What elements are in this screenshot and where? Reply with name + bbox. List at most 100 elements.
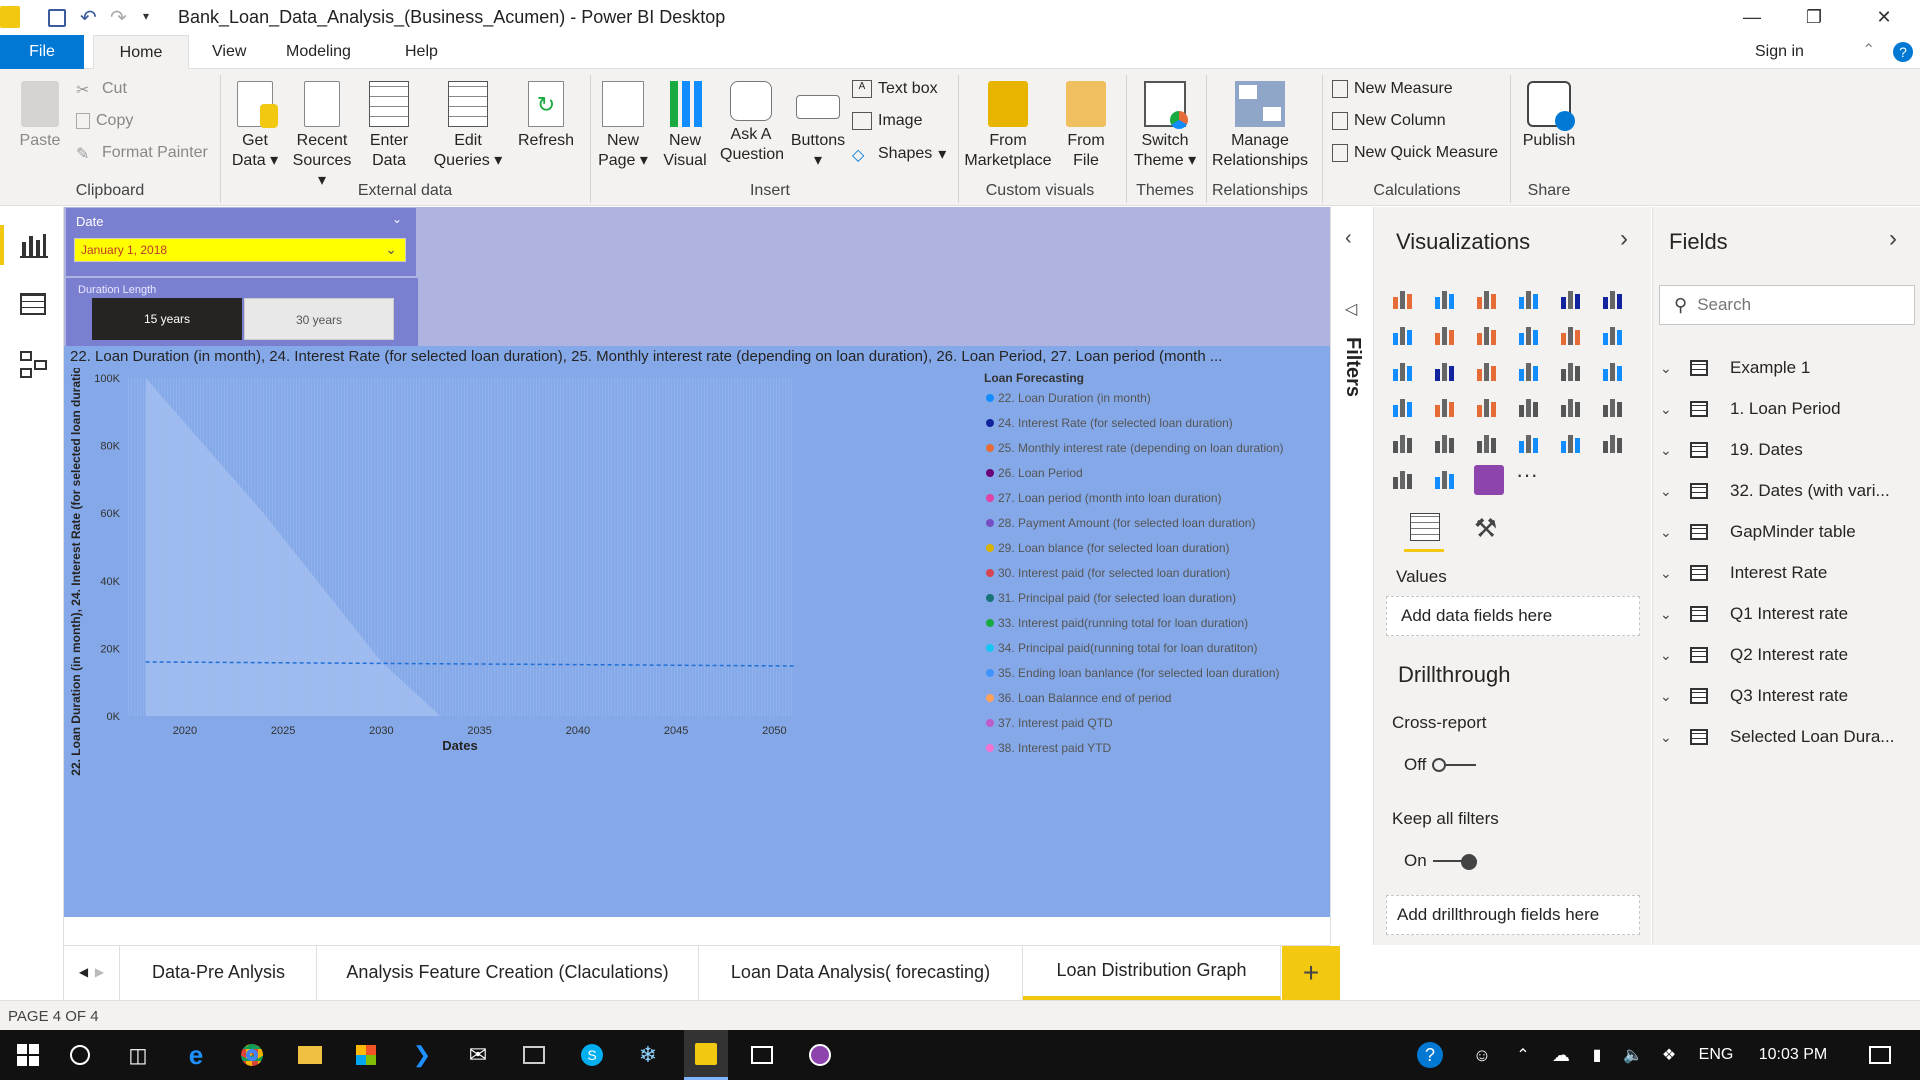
stacked-bar-icon[interactable] <box>1390 285 1420 315</box>
volume-icon[interactable]: 🔈 <box>1618 1030 1648 1080</box>
chevron-down-icon[interactable]: ⌄ <box>1660 729 1680 746</box>
field-item[interactable]: ⌄ Q2 Interest rate <box>1652 635 1920 675</box>
field-item[interactable]: ⌄ 19. Dates <box>1652 430 1920 470</box>
report-view-icon[interactable] <box>0 225 64 265</box>
map-icon[interactable] <box>1600 357 1630 387</box>
close-button[interactable]: ✕ <box>1856 0 1912 35</box>
redo-icon[interactable]: ↷ <box>110 5 127 30</box>
tab-analysis-feature-creation[interactable]: Analysis Feature Creation (Claculations) <box>317 945 699 1000</box>
treemap-icon[interactable] <box>1558 357 1588 387</box>
chevron-down-icon[interactable]: ⌄ <box>1660 401 1680 418</box>
ask-question-button[interactable]: Ask A Question <box>720 81 784 165</box>
manage-relationships-button[interactable]: Manage Relationships <box>1210 81 1310 171</box>
line-column-icon[interactable] <box>1516 321 1546 351</box>
tab-data-pre-anlysis[interactable]: Data-Pre Anlysis <box>121 945 317 1000</box>
app-purple-icon[interactable] <box>800 1030 840 1080</box>
chevron-down-icon[interactable]: ⌄ <box>1660 524 1680 541</box>
cut-button[interactable]: ✂ Cut <box>76 80 127 99</box>
battery-icon[interactable]: ▮ <box>1582 1030 1612 1080</box>
mail-icon[interactable]: ✉ <box>458 1030 498 1080</box>
collapse-ribbon-icon[interactable]: ⌃ <box>1862 40 1875 60</box>
100pct-column-icon[interactable] <box>1600 285 1630 315</box>
shapes-button[interactable]: ◇ Shapes ▾ <box>852 144 946 164</box>
waterfall-icon[interactable] <box>1390 357 1420 387</box>
people-icon[interactable]: ☺ <box>1462 1030 1502 1080</box>
store-icon[interactable] <box>346 1030 386 1080</box>
edit-queries-button[interactable]: Edit Queries ▾ <box>428 81 508 171</box>
card-icon[interactable] <box>1516 393 1546 423</box>
format-paint-roller-icon[interactable]: ⚒ <box>1474 513 1497 544</box>
tab-loan-distribution-graph[interactable]: Loan Distribution Graph <box>1023 945 1281 1000</box>
chevron-down-icon[interactable]: ⌄ <box>1660 483 1680 500</box>
cross-report-toggle[interactable]: Off <box>1404 755 1477 775</box>
line-chart-icon[interactable] <box>1390 321 1420 351</box>
clock[interactable]: 10:03 PM <box>1748 1030 1838 1080</box>
restore-button[interactable]: ❐ <box>1786 0 1842 35</box>
field-item[interactable]: ⌄ Example 1 <box>1652 348 1920 388</box>
help-icon[interactable]: ? <box>1893 42 1913 62</box>
add-page-button[interactable]: + <box>1282 946 1340 1000</box>
filters-pane-collapsed[interactable]: ‹ ◁ Filters <box>1330 207 1374 945</box>
skype-icon[interactable]: S <box>572 1030 612 1080</box>
model-view-icon[interactable] <box>20 351 48 378</box>
save-icon[interactable] <box>48 9 66 27</box>
tab-view[interactable]: View <box>190 35 268 69</box>
r-visual-icon[interactable] <box>1516 429 1546 459</box>
field-item[interactable]: ⌄ Selected Loan Dura... <box>1652 717 1920 757</box>
quick-access-dropdown-icon[interactable]: ▾ <box>143 9 149 23</box>
minimize-button[interactable]: — <box>1724 0 1780 35</box>
snowflake-app-icon[interactable]: ❄ <box>628 1030 668 1080</box>
donut-chart-icon[interactable] <box>1516 357 1546 387</box>
fields-well-tab-icon[interactable] <box>1410 513 1440 541</box>
file-menu[interactable]: File <box>0 35 84 69</box>
globe-icon[interactable] <box>1432 465 1462 495</box>
chevron-right-icon[interactable]: › <box>1620 225 1628 253</box>
clustered-column-icon[interactable] <box>1516 285 1546 315</box>
help-tray-icon[interactable]: ? <box>1410 1030 1450 1080</box>
from-file-button[interactable]: From File <box>1060 81 1112 171</box>
language-indicator[interactable]: ENG <box>1696 1030 1736 1080</box>
python-visual-icon[interactable] <box>1558 429 1588 459</box>
chevron-down-icon[interactable]: ⌄ <box>1660 606 1680 623</box>
filled-map-icon[interactable] <box>1390 393 1420 423</box>
powerbi-taskbar-icon[interactable] <box>684 1030 728 1080</box>
copy-button[interactable]: Copy <box>76 112 133 130</box>
chevron-down-icon[interactable]: ⌄ <box>1660 647 1680 664</box>
clustered-bar-icon[interactable] <box>1474 285 1504 315</box>
add-data-fields-dropzone[interactable]: Add data fields here <box>1386 596 1640 636</box>
chevron-down-icon[interactable]: ⌄ <box>1660 442 1680 459</box>
tab-help[interactable]: Help <box>383 35 460 69</box>
stacked-column-icon[interactable] <box>1432 285 1462 315</box>
fields-search-box[interactable]: ⚲ <box>1659 285 1915 325</box>
from-marketplace-button[interactable]: From Marketplace <box>960 81 1056 171</box>
onedrive-icon[interactable]: ☁ <box>1546 1030 1576 1080</box>
windows-start-icon[interactable] <box>8 1030 48 1080</box>
chevron-right-icon[interactable]: › <box>1889 225 1897 253</box>
file-explorer-icon[interactable] <box>290 1030 330 1080</box>
slicer-icon[interactable] <box>1390 429 1420 459</box>
visual-studio-code-icon[interactable]: ❯ <box>402 1030 442 1080</box>
chevron-down-icon[interactable]: ⌄ <box>1660 565 1680 582</box>
stacked-area-icon[interactable] <box>1474 321 1504 351</box>
task-view-icon[interactable]: ◫ <box>118 1030 158 1080</box>
chrome-icon[interactable] <box>232 1030 272 1080</box>
ribbon-chart-icon[interactable] <box>1600 321 1630 351</box>
new-visual-button[interactable]: New Visual <box>660 81 710 171</box>
custom-visual-icon[interactable] <box>1474 465 1504 495</box>
matrix-icon[interactable] <box>1474 429 1504 459</box>
buttons-button[interactable]: Buttons ▾ <box>790 81 846 171</box>
date-dropdown[interactable]: January 1, 2018 ⌄ <box>74 238 406 262</box>
photos-icon[interactable] <box>742 1030 782 1080</box>
new-measure-button[interactable]: New Measure <box>1332 80 1453 98</box>
slicer-option-15-years[interactable]: 15 years <box>92 298 242 340</box>
sign-in-link[interactable]: Sign in <box>1755 35 1804 69</box>
more-visuals-icon[interactable]: ··· <box>1516 464 1546 495</box>
kpi-icon[interactable] <box>1600 393 1630 423</box>
gauge-icon[interactable] <box>1474 393 1504 423</box>
scatter-icon[interactable] <box>1432 357 1462 387</box>
field-item[interactable]: ⌄ 1. Loan Period <box>1652 389 1920 429</box>
tab-modeling[interactable]: Modeling <box>264 35 373 69</box>
funnel-icon[interactable] <box>1432 393 1462 423</box>
keep-filters-toggle[interactable]: On <box>1404 851 1477 871</box>
slicer-chevron-icon[interactable]: ⌄ <box>392 212 402 226</box>
